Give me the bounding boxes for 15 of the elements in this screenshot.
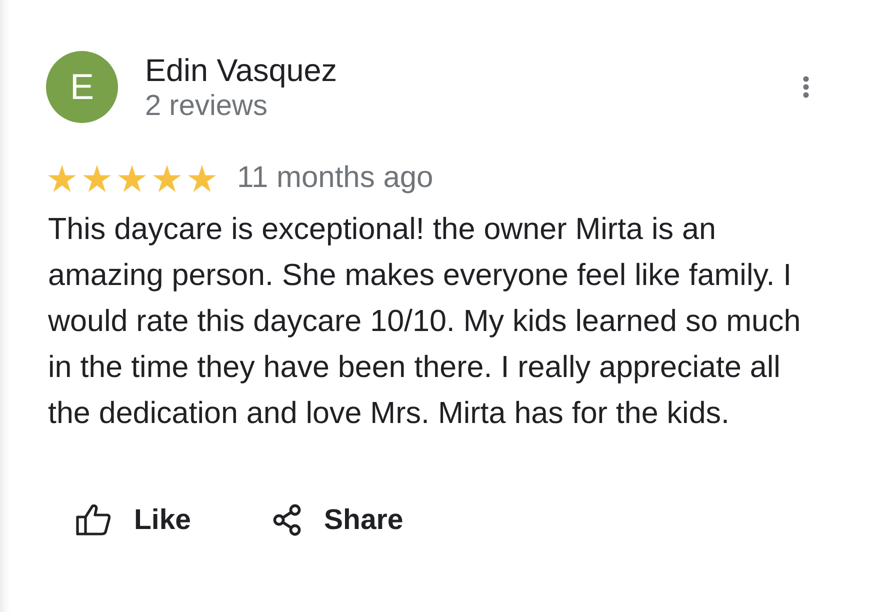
filled-star-icon (48, 164, 76, 192)
thumbs-up-icon (76, 504, 111, 536)
filled-star-icon (83, 164, 111, 192)
review-count: 2 reviews (145, 90, 268, 122)
share-button[interactable]: Share (273, 502, 404, 538)
review-text: This daycare is exceptional! the owner Mirta is an amazing person. She makes everyone feel like family. I would rate this daycare 10/10. My kids learned so much in the time they have been there. I really appreciate all the dedication and love Mrs. Mirta has for the kids. (48, 211, 802, 432)
filled-star-icon (188, 164, 216, 192)
review-time: 11 months ago (237, 161, 434, 195)
like-button[interactable]: Like (76, 502, 192, 538)
share-icon (273, 504, 302, 536)
filled-star-icon (153, 164, 181, 192)
reviewer-name: Edin Vasquez (145, 52, 338, 88)
more-options-icon[interactable] (803, 76, 809, 98)
filled-star-icon (118, 164, 146, 192)
avatar: E (46, 51, 118, 123)
